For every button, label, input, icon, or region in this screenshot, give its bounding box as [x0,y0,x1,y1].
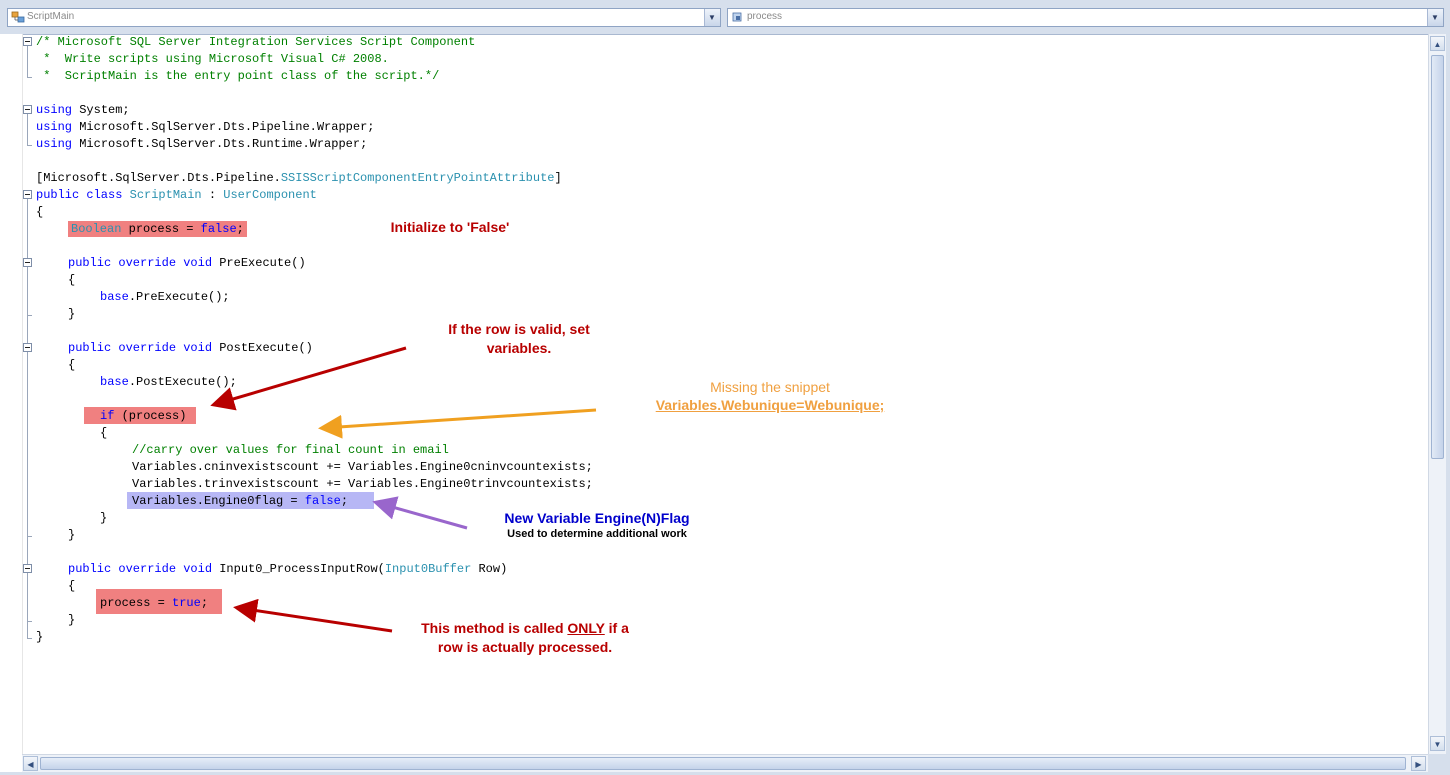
annotation-initialize: Initialize to 'False' [390,219,510,235]
editor-toolbar: ScriptMain ▼ process ▼ [0,0,1450,35]
annotation-missing-snippet: Missing the snippet Variables.Webunique=… [655,379,885,413]
collapse-toggle-icon[interactable] [23,105,32,114]
arrow-to-engine-flag [372,496,468,530]
horizontal-scrollbar[interactable]: ◀ ▶ [22,754,1428,773]
collapse-toggle-icon[interactable] [23,343,32,352]
class-dropdown[interactable]: ScriptMain ▼ [7,8,721,27]
scroll-down-icon[interactable]: ▼ [1430,736,1445,751]
code-line: using Microsoft.SqlServer.Dts.Pipeline.W… [36,120,375,134]
code-line: Variables.Engine0flag = false; [132,494,349,508]
class-dropdown-value: ScriptMain [27,11,75,22]
scroll-up-icon[interactable]: ▲ [1430,36,1445,51]
annotation-method-called: This method is called ONLY if a row is a… [421,620,629,655]
code-line: { [68,273,76,287]
editor-gutter [0,34,23,754]
code-line: { [68,579,76,593]
arrow-to-process-true [233,598,393,633]
code-line: using Microsoft.SqlServer.Dts.Runtime.Wr… [36,137,368,151]
code-line: } [68,613,76,627]
code-line: } [36,630,44,644]
code-line: { [68,358,76,372]
collapse-toggle-icon[interactable] [23,190,32,199]
class-dropdown-chevron-icon[interactable]: ▼ [704,9,720,26]
annotation-row-valid: If the row is valid, set variables. [448,321,590,356]
class-icon [11,11,25,23]
scroll-left-icon[interactable]: ◀ [23,756,38,771]
code-line: /* Microsoft SQL Server Integration Serv… [36,35,476,49]
code-line: Variables.trinvexistscount += Variables.… [132,477,593,491]
code-line: process = true; [100,596,209,610]
code-line: } [68,528,76,542]
member-dropdown-value: process [747,11,783,22]
horizontal-scroll-thumb[interactable] [40,757,1406,770]
code-line: if (process) [100,409,187,423]
code-line: * ScriptMain is the entry point class of… [36,69,440,83]
code-line: [Microsoft.SqlServer.Dts.Pipeline.SSISSc… [36,171,562,185]
code-line: using System; [36,103,130,117]
code-line-highlighted: Boolean process = false; [65,221,250,238]
code-line: base.PreExecute(); [100,290,230,304]
code-line: { [100,426,108,440]
code-line: { [36,205,44,219]
vertical-scrollbar[interactable]: ▲ ▼ [1428,34,1447,754]
arrow-to-missing-snippet [318,408,597,439]
annotation-new-variable: New Variable Engine(N)Flag Used to deter… [504,510,690,540]
vertical-scroll-thumb[interactable] [1431,55,1444,459]
code-line: } [100,511,108,525]
right-border [1446,34,1450,754]
collapse-toggle-icon[interactable] [23,564,32,573]
member-icon [732,12,742,22]
code-line: public override void PostExecute() [68,341,313,355]
code-line: Variables.cninvexistscount += Variables.… [132,460,593,474]
code-line: * Write scripts using Microsoft Visual C… [36,52,389,66]
code-line: public override void PreExecute() [68,256,306,270]
code-line: } [68,307,76,321]
code-line: base.PostExecute(); [100,375,237,389]
collapse-toggle-icon[interactable] [23,258,32,267]
scroll-right-icon[interactable]: ▶ [1411,756,1426,771]
code-line: //carry over values for final count in e… [132,443,449,457]
code-line: public override void Input0_ProcessInput… [68,562,508,576]
collapse-toggle-icon[interactable] [23,37,32,46]
member-dropdown[interactable]: process ▼ [727,8,1444,27]
member-dropdown-chevron-icon[interactable]: ▼ [1427,9,1443,26]
code-line: public class ScriptMain : UserComponent [36,188,317,202]
